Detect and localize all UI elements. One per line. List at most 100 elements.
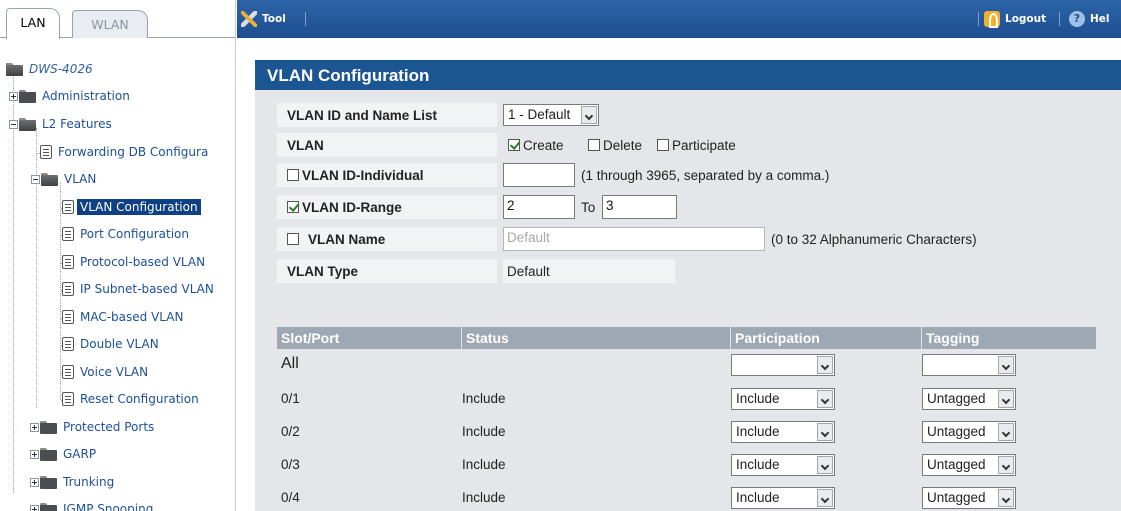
tree-item-forwarding-db[interactable]: Forwarding DB Configura [40,141,208,163]
tree-item-label: MAC-based VLAN [80,310,184,324]
vlan-type-value: Default [503,259,675,283]
page-icon [62,310,74,324]
vlan-id-range-row-label: VLAN ID-Range [277,195,497,219]
delete-label: Delete [603,137,643,153]
participation-select[interactable]: Include [731,388,835,410]
all-tagging-select[interactable] [922,354,1016,376]
participate-label: Participate [672,137,736,153]
participation-select[interactable]: Include [731,454,835,476]
vlan-range-to-input[interactable]: 3 [602,195,677,219]
navigation-pane: LAN WLAN DWS-4026 Administration L2 Feat… [0,0,236,511]
toolbar-divider [1059,12,1060,26]
tree-item-double-vlan[interactable]: Double VLAN [62,333,159,355]
all-participation-select[interactable] [731,354,835,376]
collapse-icon[interactable] [31,174,40,184]
folder-open-icon [6,62,23,76]
tree-item-label: IGMP Snooping [63,502,154,511]
vlan-id-individual-label: VLAN ID-Individual [302,167,424,183]
chevron-down-icon [817,356,833,374]
page-icon [62,337,74,351]
tagging-select[interactable]: Untagged [922,421,1016,443]
main-content: VLAN Configuration VLAN ID and Name List… [237,38,1121,511]
tree-item-voice-vlan[interactable]: Voice VLAN [62,361,148,383]
logout-button[interactable]: Logout [984,11,1046,28]
tree-item-label: Double VLAN [80,337,159,351]
tool-label: Tool [262,13,286,25]
tree-item-administration[interactable]: Administration [9,85,130,107]
expand-icon[interactable] [30,477,39,487]
create-checkbox[interactable] [508,139,520,151]
create-label: Create [523,137,564,153]
expand-icon[interactable] [30,422,39,432]
participation-value: Include [736,424,780,439]
chevron-down-icon [817,456,833,474]
vlan-id-individual-row-label: VLAN ID-Individual [277,163,497,187]
page-icon [62,282,74,296]
participate-checkbox[interactable] [657,139,669,151]
expand-icon[interactable] [30,504,39,511]
expand-icon[interactable] [30,449,39,459]
tree-item-l2-features[interactable]: L2 Features [9,113,112,135]
tagging-value: Untagged [927,391,986,406]
participation-value: Include [736,457,780,472]
vlan-name-hint: (0 to 32 Alphanumeric Characters) [771,231,977,247]
help-icon: ? [1069,11,1085,27]
tree-item-protected-ports[interactable]: Protected Ports [30,416,154,438]
expand-icon[interactable] [9,91,18,101]
tree-item-vlan-configuration[interactable]: VLAN Configuration [62,196,201,218]
page-title: VLAN Configuration [255,60,1121,90]
column-header-tagging: Tagging [922,327,1096,349]
page-icon [62,227,74,241]
vlan-name-input[interactable]: Default [503,227,765,251]
tab-wlan[interactable]: WLAN [72,10,148,38]
vlan-action-label: VLAN [277,133,497,157]
vlan-id-range-label: VLAN ID-Range [302,199,402,215]
status-cell: Include [462,456,506,472]
vlan-list-select[interactable]: 1 - Default [503,104,599,126]
all-ports-label: All [281,355,299,372]
tagging-select[interactable]: Untagged [922,388,1016,410]
chevron-down-icon [998,356,1014,374]
vlan-participate-option[interactable]: Participate [657,133,736,157]
tree-item-label: L2 Features [42,117,112,131]
vlan-name-checkbox[interactable] [287,233,299,245]
chevron-down-icon [817,489,833,507]
vlan-range-from-input[interactable]: 2 [503,195,575,219]
page-icon [62,255,74,269]
vlan-id-individual-input[interactable] [503,163,575,187]
tree-item-protocol-based-vlan[interactable]: Protocol-based VLAN [62,251,205,273]
tree-item-igmp-snooping[interactable]: IGMP Snooping [30,498,153,511]
tagging-select[interactable]: Untagged [922,454,1016,476]
logout-icon [984,11,1000,28]
participation-select[interactable]: Include [731,487,835,509]
vlan-delete-option[interactable]: Delete [588,133,642,157]
tab-lan[interactable]: LAN [6,8,60,39]
vlan-id-individual-checkbox[interactable] [287,169,299,181]
delete-checkbox[interactable] [588,139,600,151]
tree-root[interactable]: DWS-4026 [6,58,93,80]
tree-item-port-configuration[interactable]: Port Configuration [62,223,189,245]
chevron-down-icon [998,456,1014,474]
tree-item-trunking[interactable]: Trunking [30,471,114,493]
vlan-name-row-label: VLAN Name [277,227,497,251]
port-cell: 0/3 [281,456,300,472]
tree-item-vlan[interactable]: VLAN [31,168,96,190]
collapse-icon[interactable] [9,119,18,129]
status-cell: Include [462,489,506,505]
tree-item-label: IP Subnet-based VLAN [80,282,214,296]
participation-select[interactable]: Include [731,421,835,443]
help-button[interactable]: ? Hel [1069,11,1110,27]
tagging-select[interactable]: Untagged [922,487,1016,509]
tool-menu[interactable]: Tool [241,11,286,27]
tools-icon [241,11,257,27]
tree-item-garp[interactable]: GARP [30,443,96,465]
page-icon [62,392,74,406]
tree-item-reset-configuration[interactable]: Reset Configuration [62,388,199,410]
vlan-name-label: VLAN Name [308,231,386,247]
tree-item-mac-based-vlan[interactable]: MAC-based VLAN [62,306,183,328]
vlan-create-option[interactable]: Create [508,133,564,157]
vlan-id-range-checkbox[interactable] [287,201,299,213]
tree-item-label: Administration [42,89,130,103]
vlan-list-value: 1 - Default [508,107,571,122]
tree-item-ip-subnet-vlan[interactable]: IP Subnet-based VLAN [62,278,214,300]
